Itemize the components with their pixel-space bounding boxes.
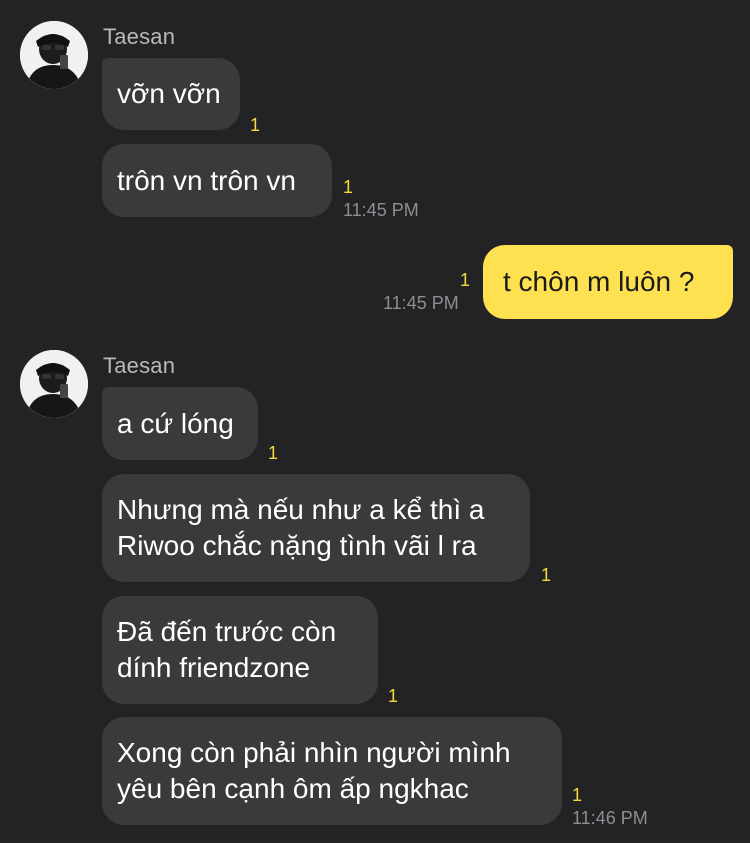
message-line: Xong còn phải nhìn người mình (117, 737, 511, 768)
message-line: Nhưng mà nếu như a kể thì a (117, 494, 485, 525)
message-bubble[interactable]: a cứ lóng (102, 387, 258, 460)
message-bubble[interactable]: vỡn vỡn (102, 58, 240, 130)
unread-count: 1 (343, 177, 354, 197)
unread-count: 1 (541, 565, 552, 585)
message-timestamp: 11:45 PM (383, 293, 459, 313)
message-line: Riwoo chắc nặng tình vãi l ra (117, 530, 477, 561)
message-line: Đã đến trước còn (117, 616, 337, 647)
message-bubble[interactable]: Xong còn phải nhìn người mình yêu bên cạ… (102, 717, 562, 825)
sender-name: Taesan (103, 353, 176, 378)
avatar[interactable] (20, 21, 88, 89)
unread-count: 1 (268, 443, 279, 463)
unread-count: 1 (460, 270, 471, 290)
message-text: t chôn m luôn ? (503, 266, 695, 297)
message-bubble[interactable]: Đã đến trước còn dính friendzone (102, 596, 378, 704)
unread-count: 1 (388, 686, 399, 706)
unread-count: 1 (572, 785, 583, 805)
unread-count: 1 (250, 115, 261, 135)
message-text: a cứ lóng (117, 407, 234, 439)
message-timestamp: 11:45 PM (343, 200, 419, 220)
message-timestamp: 11:46 PM (572, 808, 648, 828)
message-text: trôn vn trôn vn (117, 164, 296, 196)
message-line: yêu bên cạnh ôm ấp ngkhac (117, 773, 469, 804)
message-bubble[interactable]: trôn vn trôn vn (102, 144, 332, 217)
message-text: vỡn vỡn (117, 78, 221, 109)
avatar[interactable] (20, 350, 88, 418)
message-bubble[interactable]: Nhưng mà nếu như a kể thì a Riwoo chắc n… (102, 474, 530, 582)
message-line: dính friendzone (117, 652, 311, 683)
sender-name: Taesan (103, 24, 176, 49)
my-message-bubble[interactable]: t chôn m luôn ? (483, 245, 733, 319)
